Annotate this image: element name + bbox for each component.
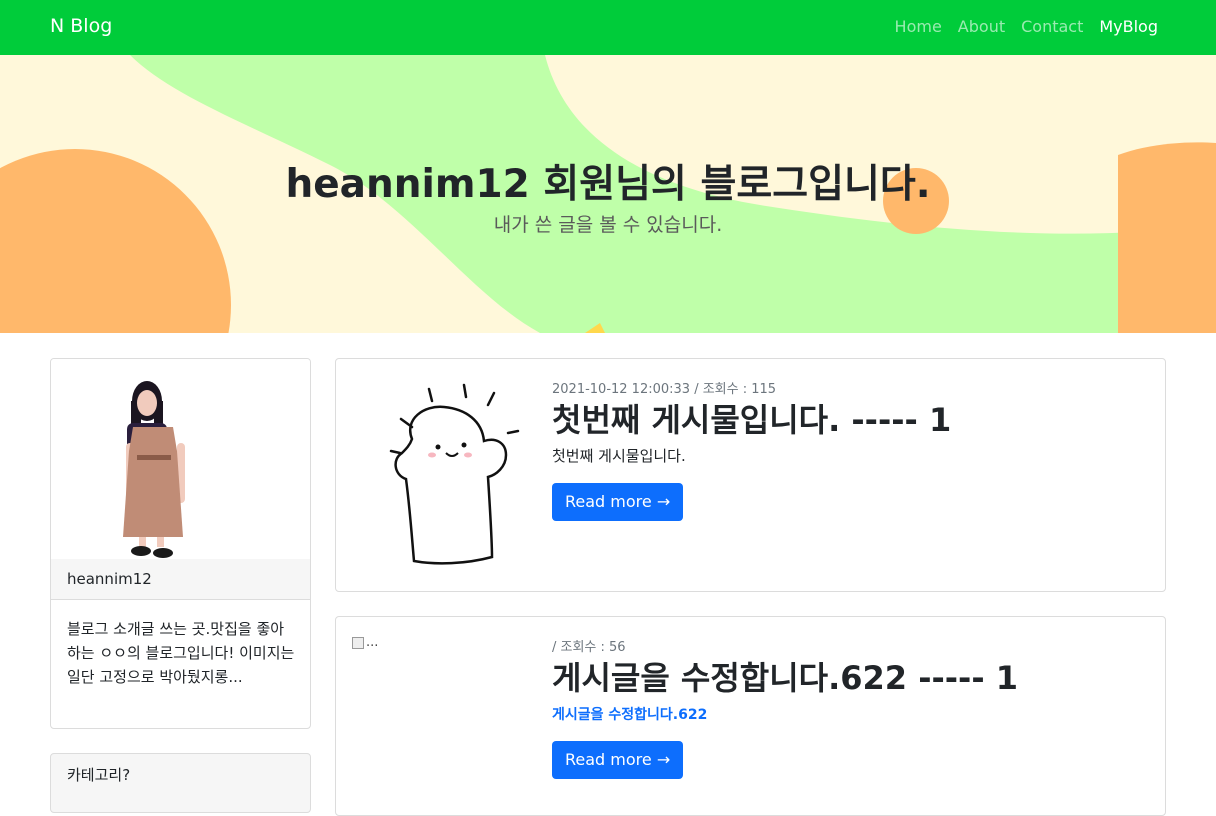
nav-home-link[interactable]: Home bbox=[895, 17, 942, 36]
nav-contact-link[interactable]: Contact bbox=[1021, 17, 1083, 36]
post-excerpt: 첫번째 게시물입니다. bbox=[552, 447, 686, 465]
post-title[interactable]: 첫번째 게시물입니다. ----- 1 bbox=[552, 395, 951, 441]
profile-avatar bbox=[51, 359, 310, 559]
broken-image-icon: ... bbox=[352, 635, 378, 650]
profile-card: heannim12 블로그 소개글 쓰는 곳.맛집을 좋아하는 ㅇㅇ의 블로그입… bbox=[50, 358, 311, 729]
nav-links: Home About Contact MyBlog bbox=[895, 17, 1158, 36]
profile-description: 블로그 소개글 쓰는 곳.맛집을 좋아하는 ㅇㅇ의 블로그입니다! 이미지는 일… bbox=[67, 620, 295, 686]
page-title: heannim12 회원님의 블로그입니다. bbox=[285, 162, 931, 207]
read-more-button[interactable]: Read more → bbox=[552, 483, 684, 521]
post-thumbnail-ghost bbox=[389, 383, 520, 565]
category-title: 카테고리? bbox=[67, 766, 131, 784]
nav-myblog-link[interactable]: MyBlog bbox=[1099, 17, 1158, 36]
thumbnail-alt-text: ... bbox=[366, 635, 379, 650]
read-more-button[interactable]: Read more → bbox=[552, 741, 684, 779]
post-excerpt: 게시글을 수정합니다.622 bbox=[552, 707, 708, 723]
hero-header: heannim12 회원님의 블로그입니다. 내가 쓴 글을 볼 수 있습니다. bbox=[0, 55, 1216, 333]
navbar: N Blog Home About Contact MyBlog bbox=[0, 0, 1216, 55]
post-card: 2021-10-12 12:00:33 / 조회수 : 115 첫번째 게시물입… bbox=[335, 358, 1166, 592]
nav-about-link[interactable]: About bbox=[958, 17, 1005, 36]
post-card: ... / 조회수 : 56 게시글을 수정합니다.622 ----- 1 게시… bbox=[335, 616, 1166, 816]
category-card: 카테고리? bbox=[50, 753, 311, 813]
profile-username: heannim12 bbox=[51, 559, 310, 600]
brand-link[interactable]: N Blog bbox=[50, 15, 112, 37]
post-title[interactable]: 게시글을 수정합니다.622 ----- 1 bbox=[552, 653, 1018, 699]
page-subtitle: 내가 쓴 글을 볼 수 있습니다. bbox=[493, 214, 723, 236]
